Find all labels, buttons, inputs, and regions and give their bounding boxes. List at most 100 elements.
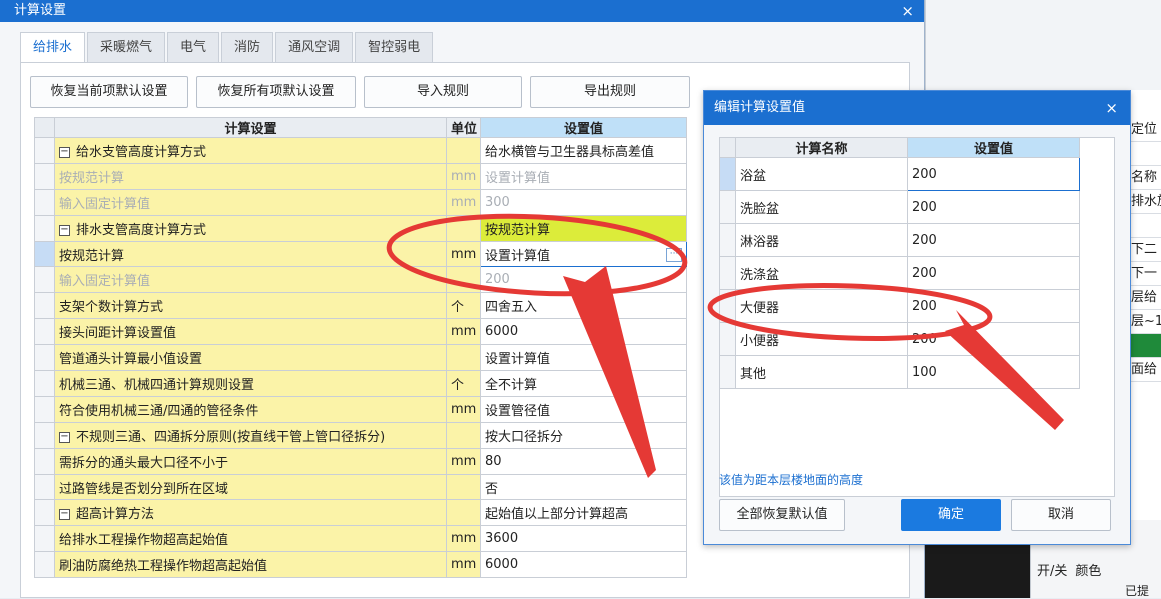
table-row[interactable]: 其他 100 — [719, 355, 1080, 389]
fixture-value[interactable]: 200 — [907, 190, 1080, 224]
row-unit — [446, 137, 481, 164]
table-row[interactable]: 按规范计算 mm 设置计算值 ··· — [34, 240, 687, 268]
row-value[interactable]: 3600 — [480, 525, 687, 553]
edit-dialog-title: 编辑计算设置值 — [714, 100, 806, 115]
fixture-name: 小便器 — [735, 322, 908, 356]
row-value[interactable]: 设置计算值 — [480, 162, 687, 190]
row-name: 按规范计算 — [54, 162, 447, 190]
collapse-icon[interactable]: − — [59, 431, 70, 443]
restore-all-defaults-button[interactable]: 全部恢复默认值 — [719, 499, 845, 531]
table-row[interactable]: 输入固定计算值 mm 300 — [34, 188, 687, 216]
table-row[interactable]: − 不规则三通、四通拆分原则(按直线干管上管口径拆分) 按大口径拆分 — [34, 421, 687, 449]
table-row[interactable]: − 给水支管高度计算方式 给水横管与卫生器具标高差值 — [34, 137, 687, 164]
row-value[interactable]: 给水横管与卫生器具标高差值 — [480, 137, 687, 164]
fixture-value[interactable]: 200 — [907, 322, 1080, 356]
row-unit: mm — [446, 240, 481, 268]
fixture-value[interactable]: 200 — [907, 157, 1080, 191]
strip-row: 层~1 — [1129, 310, 1161, 334]
row-value[interactable]: 设置管径值 — [480, 395, 687, 423]
strip-row — [1129, 214, 1161, 238]
collapse-icon[interactable]: − — [59, 146, 70, 158]
row-value[interactable]: 全不计算 — [480, 370, 687, 397]
table-row[interactable]: 洗涤盆 200 — [719, 256, 1080, 290]
row-value[interactable]: 起始值以上部分计算超高 — [480, 499, 687, 527]
color-header: 颜色 — [1075, 564, 1102, 579]
export-rules-button[interactable]: 导出规则 — [530, 76, 690, 108]
collapse-icon[interactable]: − — [59, 509, 70, 521]
tab-fire[interactable]: 消防 — [221, 32, 274, 62]
table-row[interactable]: 给排水工程操作物超高起始值 mm 3600 — [34, 525, 687, 553]
ok-button[interactable]: 确定 — [901, 499, 1001, 531]
row-value[interactable]: 设置计算值 — [480, 344, 687, 372]
row-name: 输入固定计算值 — [54, 266, 447, 294]
table-row[interactable]: 符合使用机械三通/四通的管径条件 mm 设置管径值 — [34, 395, 687, 423]
row-value[interactable]: 6000 — [480, 318, 687, 346]
row-name: 输入固定计算值 — [54, 188, 447, 216]
row-name: 管道通头计算最小值设置 — [54, 344, 447, 372]
import-rules-button[interactable]: 导入规则 — [364, 76, 522, 108]
header-unit: 单位 — [446, 117, 481, 138]
row-value[interactable]: 否 — [480, 473, 687, 501]
row-value[interactable]: 200 — [480, 266, 687, 294]
settings-table: 计算设置 单位 设置值 − 给水支管高度计算方式 给水横管与卫生器具标高差值 按规… — [34, 117, 687, 579]
table-row[interactable]: − 超高计算方法 起始值以上部分计算超高 — [34, 499, 687, 527]
row-value[interactable]: 80 — [480, 447, 687, 475]
table-row[interactable]: 接头间距计算设置值 mm 6000 — [34, 318, 687, 346]
collapse-icon[interactable]: − — [59, 224, 70, 236]
row-unit: mm — [446, 551, 481, 579]
table-row[interactable]: 大便器 200 — [719, 289, 1080, 323]
row-name: 支架个数计算方式 — [54, 292, 447, 320]
fixture-value[interactable]: 200 — [907, 289, 1080, 323]
table-row[interactable]: 浴盆 200 — [719, 157, 1080, 191]
fixture-value[interactable]: 200 — [907, 256, 1080, 290]
strip-row: 下二 — [1129, 238, 1161, 262]
cancel-button[interactable]: 取消 — [1011, 499, 1111, 531]
row-value[interactable]: 300 — [480, 188, 687, 216]
table-row[interactable]: 按规范计算 mm 设置计算值 — [34, 162, 687, 190]
close-icon[interactable]: × — [901, 0, 914, 22]
table-row[interactable]: 支架个数计算方式 个 四舍五入 — [34, 292, 687, 320]
edit-value-dialog: 编辑计算设置值 × 计算名称 设置值 浴盆 200 洗脸盆 200 淋浴器 20… — [703, 90, 1131, 545]
toolbar: 恢复当前项默认设置 恢复所有项默认设置 导入规则 导出规则 — [30, 76, 690, 108]
row-name: 接头间距计算设置值 — [54, 318, 447, 346]
row-value[interactable]: 6000 — [480, 551, 687, 579]
tab-water[interactable]: 给排水 — [20, 32, 86, 62]
row-value[interactable]: 四舍五入 — [480, 292, 687, 320]
row-name: 机械三通、机械四通计算规则设置 — [54, 370, 447, 397]
table-row[interactable]: − 排水支管高度计算方式 按规范计算 — [34, 214, 687, 242]
row-unit — [446, 421, 481, 449]
row-value-editing[interactable]: 设置计算值 ··· — [480, 240, 687, 268]
row-value[interactable]: 按大口径拆分 — [480, 421, 687, 449]
header-calc-name: 计算名称 — [735, 137, 908, 158]
row-name: 符合使用机械三通/四通的管径条件 — [54, 395, 447, 423]
close-icon[interactable]: × — [1105, 91, 1118, 125]
dialog-title: 计算设置 — [14, 3, 67, 18]
fixture-value[interactable]: 200 — [907, 223, 1080, 257]
strip-row: 面给 — [1129, 358, 1161, 382]
strip-row: 下一 — [1129, 262, 1161, 286]
restore-all-button[interactable]: 恢复所有项默认设置 — [196, 76, 356, 108]
tab-hvac[interactable]: 通风空调 — [275, 32, 354, 62]
row-name: 过路管线是否划分到所在区域 — [54, 473, 447, 501]
restore-current-button[interactable]: 恢复当前项默认设置 — [30, 76, 188, 108]
table-row[interactable]: 需拆分的通头最大口径不小于 mm 80 — [34, 447, 687, 475]
tab-heating-gas[interactable]: 采暖燃气 — [87, 32, 166, 62]
table-row[interactable]: 刷油防腐绝热工程操作物超高起始值 mm 6000 — [34, 551, 687, 579]
tab-smart-control[interactable]: 智控弱电 — [355, 32, 434, 62]
table-row[interactable]: 过路管线是否划分到所在区域 否 — [34, 473, 687, 501]
table-row[interactable]: 管道通头计算最小值设置 设置计算值 — [34, 344, 687, 372]
dialog-titlebar: 计算设置 × — [0, 0, 924, 22]
row-unit: mm — [446, 447, 481, 475]
table-row[interactable]: 洗脸盆 200 — [719, 190, 1080, 224]
fixture-name: 洗涤盆 — [735, 256, 908, 290]
tab-bar: 给排水 采暖燃气 电气 消防 通风空调 智控弱电 — [20, 32, 435, 62]
table-row[interactable]: 输入固定计算值 200 — [34, 266, 687, 294]
table-row[interactable]: 机械三通、机械四通计算规则设置 个 全不计算 — [34, 370, 687, 397]
table-row[interactable]: 淋浴器 200 — [719, 223, 1080, 257]
ellipsis-button[interactable]: ··· — [666, 247, 682, 262]
table-row[interactable]: 小便器 200 — [719, 322, 1080, 356]
row-value[interactable]: 按规范计算 — [480, 214, 687, 242]
tab-electrical[interactable]: 电气 — [167, 32, 220, 62]
fixture-name: 浴盆 — [735, 157, 908, 191]
fixture-value[interactable]: 100 — [907, 355, 1080, 389]
